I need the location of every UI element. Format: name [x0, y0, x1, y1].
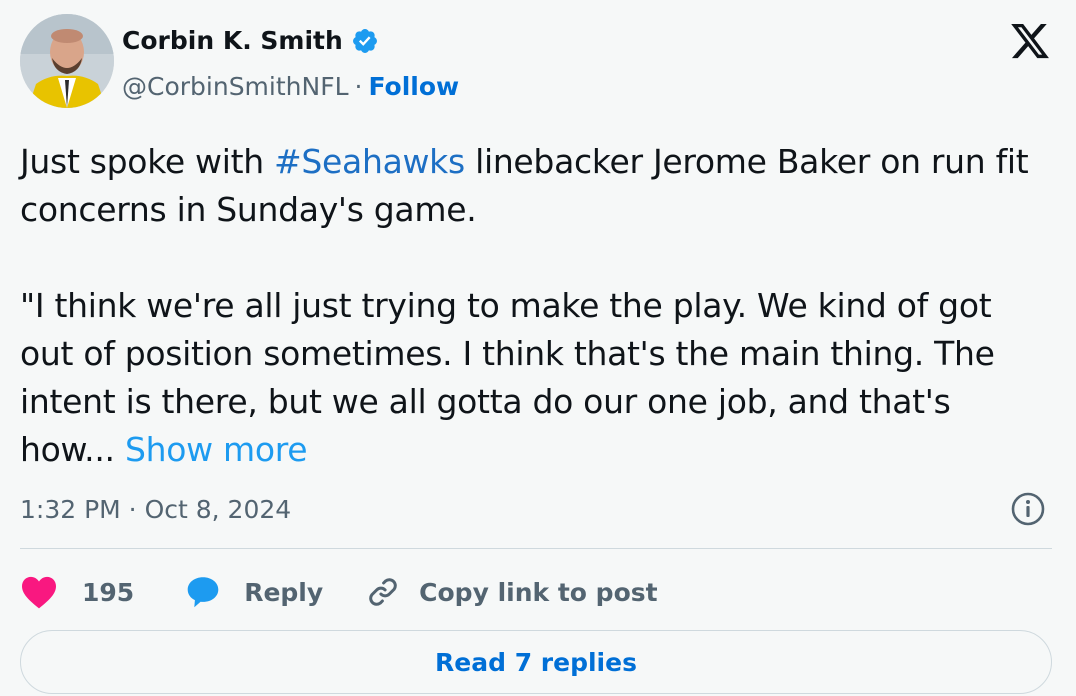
copy-link-label: Copy link to post: [419, 577, 658, 607]
read-replies-button[interactable]: Read 7 replies: [20, 630, 1052, 694]
x-logo-icon[interactable]: [1008, 20, 1052, 62]
copy-link-button[interactable]: Copy link to post: [365, 574, 658, 610]
tweet-paragraph-1: Just spoke with #Seahawks linebacker Jer…: [20, 138, 1050, 234]
tweet-text-start: Just spoke with: [20, 142, 275, 181]
show-more-link[interactable]: Show more: [125, 430, 308, 469]
timestamp[interactable]: 1:32 PM · Oct 8, 2024: [20, 495, 291, 524]
read-replies-label: Read 7 replies: [435, 647, 637, 677]
reply-label: Reply: [244, 577, 324, 607]
handle-row: @CorbinSmithNFL · Follow: [122, 72, 459, 101]
action-bar: 195 Reply Copy link to post: [20, 568, 658, 616]
avatar[interactable]: [20, 14, 114, 108]
separator: ·: [354, 72, 363, 101]
like-button[interactable]: 195: [20, 575, 134, 609]
heart-icon: [22, 576, 56, 609]
like-count: 195: [82, 577, 135, 607]
display-name[interactable]: Corbin K. Smith: [122, 26, 343, 55]
tweet-text: Just spoke with #Seahawks linebacker Jer…: [20, 138, 1050, 474]
reply-button[interactable]: Reply: [184, 574, 323, 610]
reply-bubble-icon: [187, 577, 219, 608]
verified-badge-icon: [351, 27, 379, 55]
meta-row: 1:32 PM · Oct 8, 2024: [20, 491, 1050, 531]
info-icon[interactable]: [1010, 491, 1046, 527]
name-row: Corbin K. Smith: [122, 26, 379, 55]
tweet-header: Corbin K. Smith @CorbinSmithNFL · Follow: [20, 14, 1060, 114]
avatar-image: [20, 14, 114, 108]
link-icon: [369, 578, 397, 606]
divider: [20, 548, 1052, 549]
handle[interactable]: @CorbinSmithNFL: [122, 72, 349, 101]
hashtag-link[interactable]: #Seahawks: [274, 142, 465, 181]
tweet-paragraph-2: "I think we're all just trying to make t…: [20, 282, 1050, 474]
follow-button[interactable]: Follow: [368, 72, 459, 101]
